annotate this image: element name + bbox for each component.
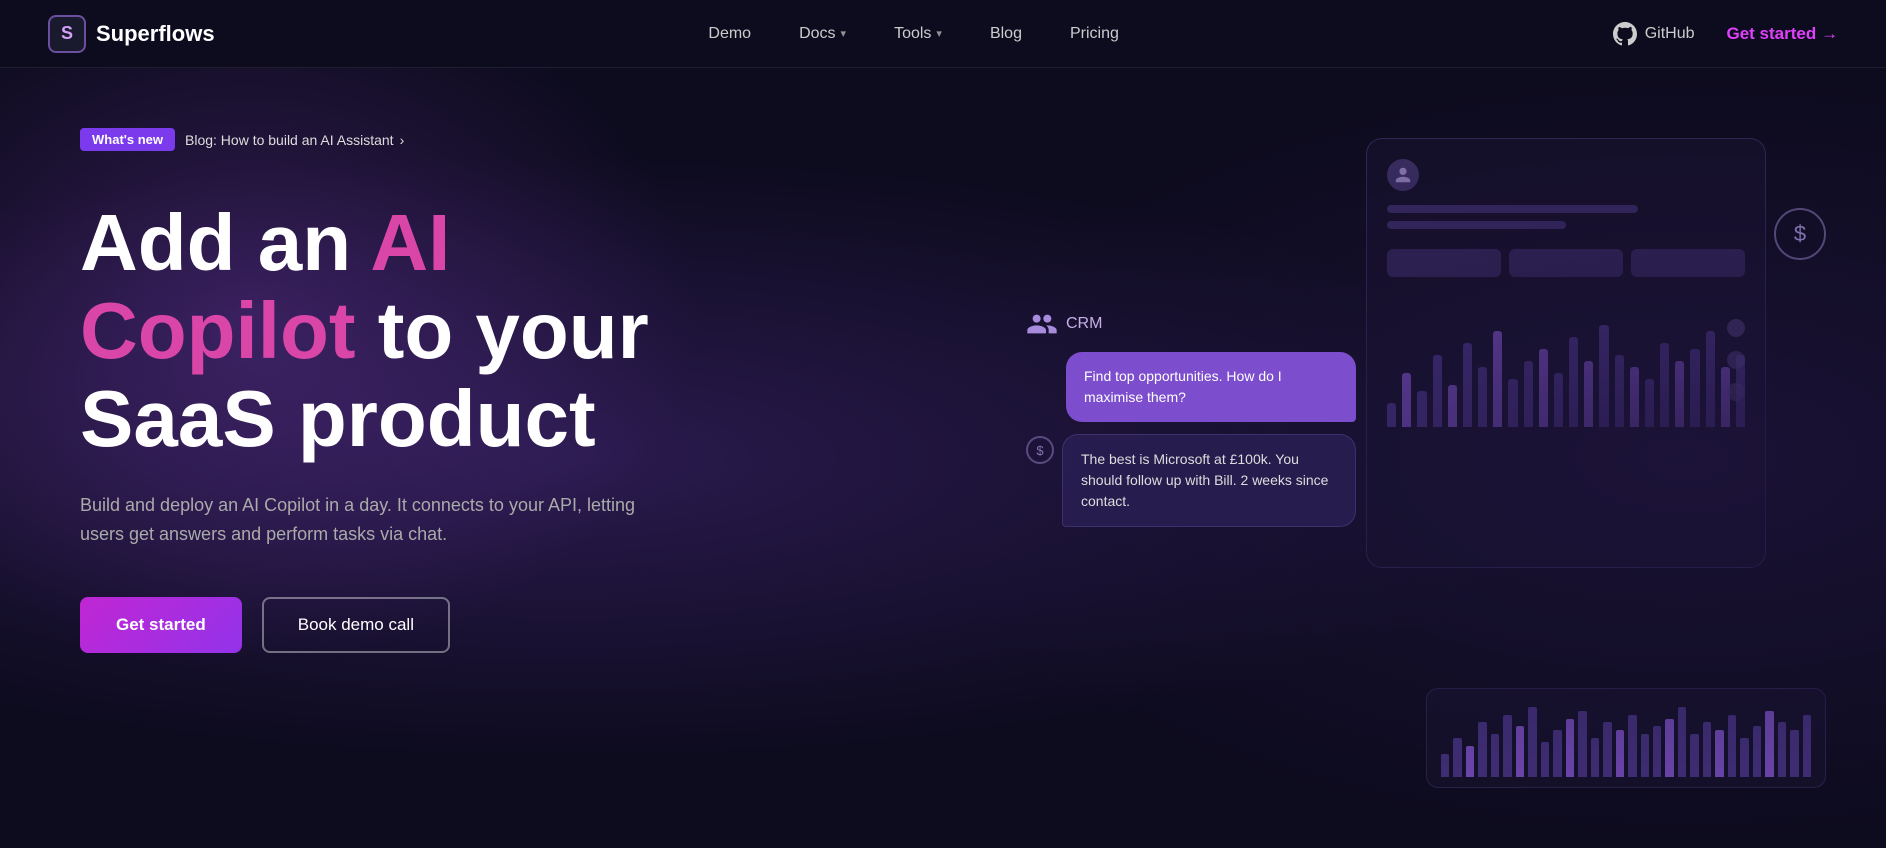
dot: [1727, 351, 1745, 369]
whats-new-tag: What's new: [80, 128, 175, 151]
navbar: S Superflows Demo Docs ▾ Tools ▾ Blog Pr…: [0, 0, 1886, 68]
nav-links: Demo Docs ▾ Tools ▾ Blog Pricing: [708, 25, 1119, 43]
crm-icon: [1026, 308, 1058, 340]
nav-link-blog[interactable]: Blog: [990, 25, 1022, 43]
hero-subtitle: Build and deploy an AI Copilot in a day.…: [80, 491, 660, 549]
dot: [1727, 383, 1745, 401]
dash-pills: [1387, 249, 1745, 277]
dash-pill: [1631, 249, 1745, 277]
github-icon: [1613, 22, 1637, 46]
chat-panel: CRM Find top opportunities. How do I max…: [1026, 308, 1356, 527]
bubble-reply: The best is Microsoft at £100k. You shou…: [1062, 434, 1356, 527]
bubble-user: Find top opportunities. How do I maximis…: [1066, 352, 1356, 422]
get-started-button[interactable]: Get started: [80, 597, 242, 653]
logo-icon: S: [48, 15, 86, 53]
hero-buttons: Get started Book demo call: [80, 597, 672, 653]
github-link[interactable]: GitHub: [1613, 22, 1695, 46]
hero-title: Add an AI Copilot to your SaaS product: [80, 199, 672, 463]
book-demo-button[interactable]: Book demo call: [262, 597, 450, 653]
dot: [1727, 319, 1745, 337]
nav-link-pricing[interactable]: Pricing: [1070, 25, 1119, 43]
nav-link-docs[interactable]: Docs ▾: [799, 25, 846, 43]
dashboard-card: [1366, 138, 1766, 568]
chevron-down-icon: ▾: [936, 27, 942, 40]
hero-section: What's new Blog: How to build an AI Assi…: [0, 68, 1886, 848]
logo[interactable]: S Superflows: [48, 15, 215, 53]
dash-line: [1387, 205, 1638, 213]
blog-link[interactable]: Blog: How to build an AI Assistant ›: [185, 132, 404, 148]
dash-pill: [1509, 249, 1623, 277]
dollar-icon-bubble: $: [1026, 436, 1054, 464]
get-started-nav-button[interactable]: Get started →: [1727, 24, 1838, 44]
avatar: [1387, 159, 1419, 191]
chevron-right-icon: ›: [400, 132, 405, 148]
nav-link-tools[interactable]: Tools ▾: [894, 25, 942, 43]
bar-chart: [1387, 297, 1745, 437]
crm-label: CRM: [1026, 308, 1356, 340]
dash-lines: [1387, 205, 1745, 229]
chevron-down-icon: ▾: [841, 27, 847, 40]
dot-column: [1727, 319, 1745, 401]
hero-content: What's new Blog: How to build an AI Assi…: [0, 68, 720, 653]
nav-link-demo[interactable]: Demo: [708, 25, 751, 43]
dash-pill: [1387, 249, 1501, 277]
dollar-icon-float: $: [1774, 208, 1826, 260]
bubble-reply-wrap: $ The best is Microsoft at £100k. You sh…: [1026, 434, 1356, 527]
nav-right: GitHub Get started →: [1613, 22, 1838, 46]
logo-text: Superflows: [96, 21, 215, 47]
whats-new-badge: What's new Blog: How to build an AI Assi…: [80, 128, 404, 151]
dash-line: [1387, 221, 1566, 229]
mini-chart: [1426, 688, 1826, 788]
